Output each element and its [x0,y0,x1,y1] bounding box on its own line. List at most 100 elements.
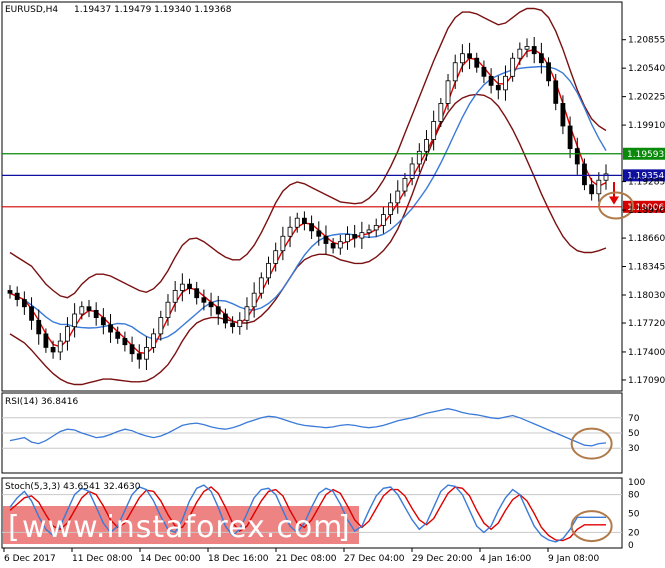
candle-body [459,53,465,64]
symbol-title: EURUSD,H4 [5,5,58,15]
candle-body [538,53,544,64]
candle-body [215,306,221,315]
candle-body [438,103,444,122]
candle-body [337,241,343,249]
candle-body [373,225,379,231]
candle-body [179,283,185,291]
candle-body [309,223,314,232]
candle-body [302,217,307,225]
candle-body [352,234,358,239]
time-axis-label: 11 Dec 08:00 [72,554,133,564]
time-axis-label: 14 Dec 00:00 [140,554,201,564]
candle-body [445,80,451,104]
candle-body [50,347,56,353]
candle-body [574,148,580,165]
candle-body [316,230,322,237]
candle-body [546,62,551,82]
candle-body [43,333,49,348]
candle-body [21,299,27,308]
candle-body [380,214,386,226]
rsi-tick-label: 70 [628,414,640,424]
candle-body [244,306,250,321]
rsi-tick-label: 50 [628,429,640,439]
candle-body [524,46,530,50]
candle-body [560,103,566,127]
candle-body [359,232,365,239]
stoch-tick-label: 20 [628,528,640,538]
candle-body [452,62,458,82]
watermark-bracket-right: ] [338,510,351,545]
candle-body [208,301,214,308]
price-tick-label: 1.19910 [628,121,665,131]
price-tick-label: 1.17400 [628,348,665,358]
watermark-text: www.instaforex.com [22,510,343,545]
price-tick-label: 1.18970 [628,206,665,216]
candle-body [287,226,293,237]
main-panel-frame [1,1,623,392]
level-price-label-0: 1.19593 [627,150,664,160]
candle-body [495,84,501,91]
candle-body [402,178,408,192]
candle-body [424,139,429,152]
candle-body [567,125,573,150]
candle-body [517,48,523,59]
candle-body [36,319,42,335]
candle-body [589,184,595,195]
candle-body [431,121,437,140]
candle-body [201,297,207,303]
candle-body [366,229,372,234]
candle-body [194,288,200,299]
time-axis-label: 6 Dec 2017 [4,554,56,564]
time-axis-label: 18 Dec 16:00 [208,554,269,564]
candle-body [323,235,329,244]
candle-body [100,317,106,326]
price-tick-label: 1.18030 [628,291,665,301]
price-tick-label: 1.20855 [628,36,665,46]
candle-body [14,292,20,300]
candle-body [237,319,243,328]
price-tick-label: 1.18345 [628,263,665,273]
candle-body [266,262,271,279]
watermark-bracket-left: [ [8,510,21,545]
chart-canvas: 1.195931.193541.19006 1.208551.205401.20… [1,1,665,564]
candle-body [294,217,300,228]
candle-body [230,322,236,328]
candle-body [481,66,487,77]
stoch-tick-label: 50 [628,510,640,520]
candle-body [531,46,537,55]
time-axis-label: 4 Jan 16:00 [480,554,532,564]
price-tick-label: 1.17720 [628,319,665,329]
candle-body [510,57,516,77]
candle-body [122,337,128,346]
candle-body [129,344,135,355]
chart-window: 1.19593 1.19354 1.19006 1.20855 1.20540 1.20… [0,0,665,568]
candle-body [280,235,286,252]
candle-body [29,306,34,321]
stoch-tick-label: 80 [628,491,640,501]
candle-body [57,340,63,353]
candle-body [72,313,78,328]
candle-body [503,75,508,91]
price-tick-label: 1.18660 [628,234,665,244]
candle-body [151,333,157,348]
candle-body [165,301,171,319]
candle-body [474,57,480,68]
price-tick-label: 1.17090 [628,376,665,386]
price-tick-label: 1.20540 [628,64,665,74]
candle-body [488,75,494,86]
candle-body [172,290,178,303]
candle-body [79,306,85,315]
time-axis-label: 29 Dec 20:00 [412,554,473,564]
time-axis-label: 21 Dec 08:00 [276,554,337,564]
candle-body [7,290,13,294]
candle-body [273,250,279,264]
stoch-tick-label: 0 [628,541,634,551]
candle-body [467,53,472,59]
candle-body [388,202,393,215]
candle-body [158,317,164,335]
candle-body [330,243,336,249]
rsi-title: RSI(14) 36.8416 [5,397,78,407]
candle-body [395,190,401,204]
candle-body [553,80,559,104]
candle-body [223,313,228,324]
